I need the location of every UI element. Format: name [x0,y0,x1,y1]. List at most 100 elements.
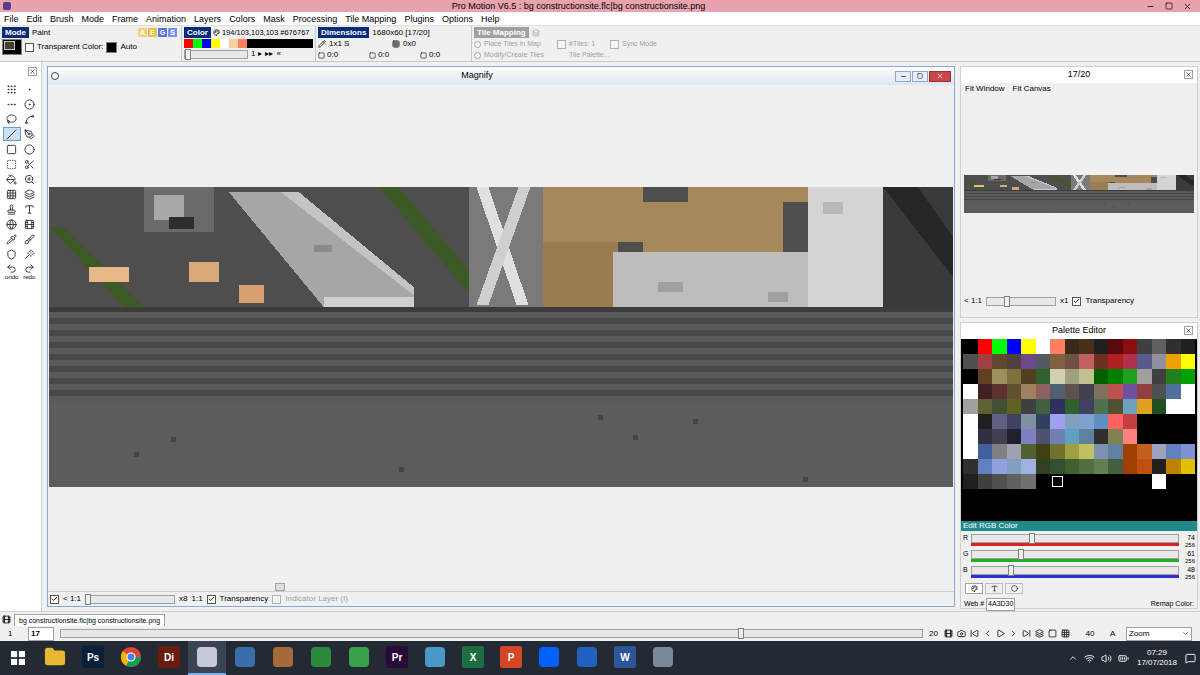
preview-transparency-checkbox[interactable] [1072,297,1081,306]
taskbar-app[interactable] [36,641,74,675]
palette-swatch[interactable] [1094,369,1109,384]
palette-swatch[interactable] [1181,369,1196,384]
tool-button[interactable] [3,97,21,111]
palette-swatch[interactable] [1123,354,1138,369]
palette-swatch[interactable] [1036,369,1051,384]
palette-swatch[interactable] [1181,354,1196,369]
menu-item[interactable]: Plugins [400,12,438,26]
palette-swatch[interactable] [1021,444,1036,459]
tool-button[interactable] [21,202,39,216]
palette-swatch[interactable] [1181,384,1196,399]
palette-swatch[interactable] [978,474,993,489]
channel-slider[interactable] [971,534,1179,543]
menu-item[interactable]: Processing [289,12,342,26]
palette-tab[interactable] [1005,583,1023,594]
tool-button[interactable]: undo [3,262,21,282]
zoom-select[interactable]: Zoom [1126,627,1192,641]
palette-swatch[interactable] [1108,459,1123,474]
palette-swatch[interactable] [1166,444,1181,459]
palette-swatch[interactable] [992,384,1007,399]
taskbar-app[interactable] [416,641,454,675]
palette-swatch[interactable] [1108,444,1123,459]
palette-swatch[interactable] [1065,414,1080,429]
palette-swatch[interactable] [963,414,978,429]
taskbar-app[interactable]: Di [150,641,188,675]
tool-button[interactable] [21,157,39,171]
palette-swatch[interactable] [1007,384,1022,399]
tray-expand-icon[interactable] [1068,653,1078,663]
palette-swatch[interactable] [1123,399,1138,414]
palette-swatch[interactable] [1108,339,1123,354]
frame-control-icon[interactable] [1035,629,1044,638]
palette-tab[interactable] [985,583,1003,594]
palette-swatch[interactable] [1166,474,1181,489]
palette-swatch[interactable] [992,354,1007,369]
tool-button[interactable] [21,187,39,201]
color-strip-swatch[interactable] [193,39,202,48]
menu-item[interactable]: Help [477,12,504,26]
palette-swatch[interactable] [1181,429,1196,444]
palette-swatch[interactable] [1065,474,1080,489]
mode-letter-button[interactable]: E [148,28,157,37]
palette-swatch[interactable] [978,339,993,354]
frame-control-icon[interactable] [1022,629,1031,638]
palette-swatch[interactable] [1007,399,1022,414]
tool-button[interactable] [21,112,39,126]
palette-swatch[interactable] [1065,399,1080,414]
palette-swatch[interactable] [978,429,993,444]
palette-swatch[interactable] [1036,414,1051,429]
palette-swatch[interactable] [1137,354,1152,369]
palette-swatch[interactable] [1181,474,1196,489]
palette-swatch[interactable] [1079,429,1094,444]
canvas[interactable] [49,187,953,487]
color-swatch[interactable] [2,39,22,55]
web-input[interactable]: 4A3D30 [986,598,1015,611]
slider-thumb[interactable] [1018,549,1024,560]
mode-letter-button[interactable]: S [168,28,177,37]
palette-swatch[interactable] [1152,399,1167,414]
palette-swatch[interactable] [1021,474,1036,489]
palette-swatch[interactable] [1050,459,1065,474]
palette-swatch[interactable] [1021,414,1036,429]
palette-swatch[interactable] [1166,414,1181,429]
taskbar-app[interactable] [644,641,682,675]
tool-button[interactable] [3,172,21,186]
notifications-icon[interactable] [1185,653,1196,664]
palette-swatch[interactable] [1166,429,1181,444]
arrow-button[interactable]: « [276,49,280,59]
ratio-checkbox[interactable] [50,595,59,604]
frame-slider[interactable] [60,629,923,638]
tile-palette-button[interactable]: Tile Palette... [569,50,610,60]
palette-swatch[interactable] [1123,384,1138,399]
tool-button[interactable] [21,247,39,261]
taskbar-app[interactable]: X [454,641,492,675]
taskbar-app[interactable] [302,641,340,675]
palette-swatch[interactable] [1065,339,1080,354]
palette-swatch[interactable] [1123,429,1138,444]
transparent-checkbox[interactable] [25,43,34,52]
palette-swatch[interactable] [1007,414,1022,429]
menu-item[interactable]: Colors [225,12,259,26]
color-strip-swatch[interactable] [211,39,220,48]
palette-swatch[interactable] [992,474,1007,489]
palette-swatch[interactable] [978,399,993,414]
palette-swatch[interactable] [1152,444,1167,459]
palette-swatch[interactable] [963,459,978,474]
palette-swatch[interactable] [1137,474,1152,489]
tool-button[interactable]: redo [21,262,39,282]
palette-swatch[interactable] [1108,369,1123,384]
palette-swatch[interactable] [963,399,978,414]
close-button[interactable] [929,71,951,82]
palette-swatch[interactable] [1152,474,1167,489]
palette-swatch[interactable] [1166,369,1181,384]
palette-swatch[interactable] [1079,399,1094,414]
menu-item[interactable]: Brush [46,12,78,26]
palette-swatch[interactable] [963,429,978,444]
palette-swatch[interactable] [1021,459,1036,474]
palette-swatch[interactable] [1007,444,1022,459]
tool-button[interactable] [21,97,39,111]
taskbar-app[interactable] [112,641,150,675]
minimize-icon[interactable] [1146,2,1155,11]
tool-button[interactable] [21,217,39,231]
palette-swatch[interactable] [1036,444,1051,459]
